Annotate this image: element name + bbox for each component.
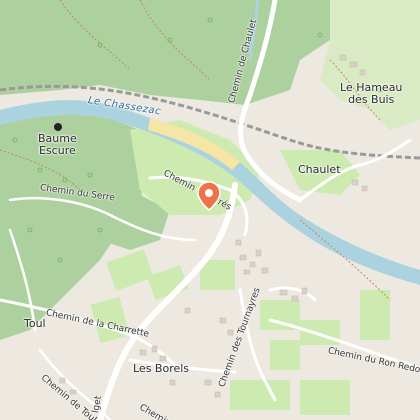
map-canvas[interactable]: Le Chassezac Baume Escure Le Hameau des … — [0, 0, 420, 420]
forest-area-north — [0, 0, 330, 105]
map-pin-icon[interactable] — [197, 181, 221, 211]
cave-icon — [54, 123, 62, 131]
